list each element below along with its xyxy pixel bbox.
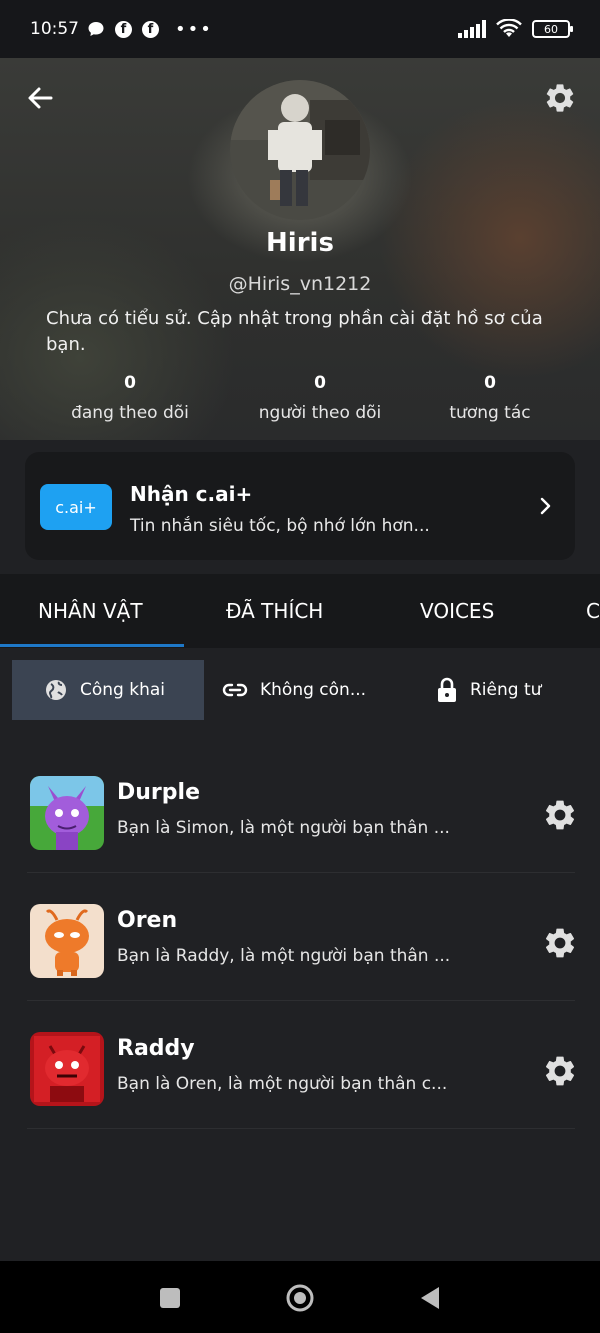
filter-label: Không côn...: [260, 680, 367, 700]
facebook-icon: f: [142, 20, 159, 38]
profile-settings-button[interactable]: [542, 80, 578, 116]
profile-name: Hiris: [266, 228, 334, 258]
filter-private[interactable]: Riêng tư: [436, 660, 541, 720]
list-item[interactable]: Durple Bạn là Simon, là một người bạn th…: [27, 745, 575, 873]
character-description: Bạn là Simon, là một người bạn thân ...: [117, 818, 450, 838]
triangle-back-icon: [421, 1287, 439, 1309]
facebook-icon: f: [115, 20, 132, 38]
stat-value: 0: [484, 373, 496, 393]
system-navigation-bar: [0, 1261, 600, 1333]
raddy-image: [30, 1032, 104, 1106]
character-description: Bạn là Raddy, là một người bạn thân ...: [117, 946, 451, 966]
arrow-left-icon: [28, 87, 53, 109]
link-icon: [222, 683, 248, 697]
durple-image: [30, 776, 104, 850]
tab-characters[interactable]: NHÂN VẬT: [38, 574, 143, 648]
active-tab-indicator: [0, 644, 184, 647]
stat-label: người theo dõi: [258, 403, 382, 423]
profile-header: Hiris @Hiris_vn1212 Chưa có tiểu sử. Cập…: [0, 58, 600, 440]
globe-icon: [46, 680, 66, 700]
square-icon: [160, 1288, 180, 1308]
signal-icon: [458, 20, 486, 38]
filter-label: Riêng tư: [470, 680, 542, 700]
promo-subtitle: Tin nhắn siêu tốc, bộ nhớ lớn hơn...: [130, 516, 430, 536]
gear-icon: [545, 800, 575, 830]
stat-label: đang theo dõi: [71, 403, 189, 423]
tab-voices[interactable]: VOICES: [420, 574, 494, 648]
character-description: Bạn là Oren, là một người bạn thân c...: [117, 1074, 448, 1094]
tab-liked[interactable]: ĐÃ THÍCH: [226, 574, 323, 648]
notification-icons: f f •••: [87, 19, 213, 40]
filter-unlisted[interactable]: Không côn...: [222, 660, 366, 720]
stat-value: 0: [124, 373, 136, 393]
more-notifications-icon: •••: [175, 18, 213, 40]
cai-plus-badge: c.ai+: [40, 484, 112, 530]
status-time: 10:57: [30, 19, 79, 39]
stat-label: tương tác: [449, 403, 531, 423]
character-name: Raddy: [117, 1036, 195, 1061]
stat-value: 0: [314, 373, 326, 393]
gear-icon: [545, 1056, 575, 1086]
circle-icon: [286, 1284, 314, 1312]
character-name: Oren: [117, 908, 178, 933]
status-bar: 10:57 f f ••• 60: [0, 0, 600, 58]
wifi-icon: [496, 19, 522, 37]
gear-icon: [545, 928, 575, 958]
character-settings-button[interactable]: [542, 1053, 578, 1089]
stat-following[interactable]: 0 đang theo dõi: [35, 373, 225, 423]
profile-handle: @Hiris_vn1212: [228, 273, 372, 295]
back-nav-button[interactable]: [415, 1283, 445, 1313]
home-button[interactable]: [285, 1283, 315, 1313]
filter-public[interactable]: Công khai: [12, 660, 204, 720]
tab-bar: NHÂN VẬT ĐÃ THÍCH VOICES C: [0, 574, 600, 648]
filter-label: Công khai: [80, 680, 165, 700]
back-button[interactable]: [24, 82, 56, 114]
character-avatar: [30, 1032, 104, 1106]
oren-image: [30, 904, 104, 978]
chat-bubble-icon: [88, 22, 104, 36]
lock-icon: [438, 677, 456, 702]
character-avatar: [30, 904, 104, 978]
gear-icon: [546, 84, 574, 112]
list-item[interactable]: Oren Bạn là Raddy, là một người bạn thân…: [27, 873, 575, 1001]
character-settings-button[interactable]: [542, 925, 578, 961]
profile-bio: Chưa có tiểu sử. Cập nhật trong phần cài…: [46, 308, 543, 355]
avatar[interactable]: [230, 80, 370, 220]
list-item[interactable]: Raddy Bạn là Oren, là một người bạn thân…: [27, 1001, 575, 1129]
battery-icon: 60: [532, 20, 573, 38]
battery-level: 60: [544, 22, 558, 36]
stat-interactions[interactable]: 0 tương tác: [395, 373, 585, 423]
promo-title: Nhận c.ai+: [130, 482, 253, 506]
character-avatar: [30, 776, 104, 850]
cai-plus-promo-card[interactable]: c.ai+ Nhận c.ai+ Tin nhắn siêu tốc, bộ n…: [25, 452, 575, 560]
character-settings-button[interactable]: [542, 797, 578, 833]
recent-apps-button[interactable]: [155, 1283, 185, 1313]
chevron-right-icon: [540, 497, 551, 515]
tab-more[interactable]: C: [586, 574, 600, 648]
character-name: Durple: [117, 780, 200, 805]
stat-followers[interactable]: 0 người theo dõi: [225, 373, 415, 423]
avatar-photo: [230, 80, 370, 220]
